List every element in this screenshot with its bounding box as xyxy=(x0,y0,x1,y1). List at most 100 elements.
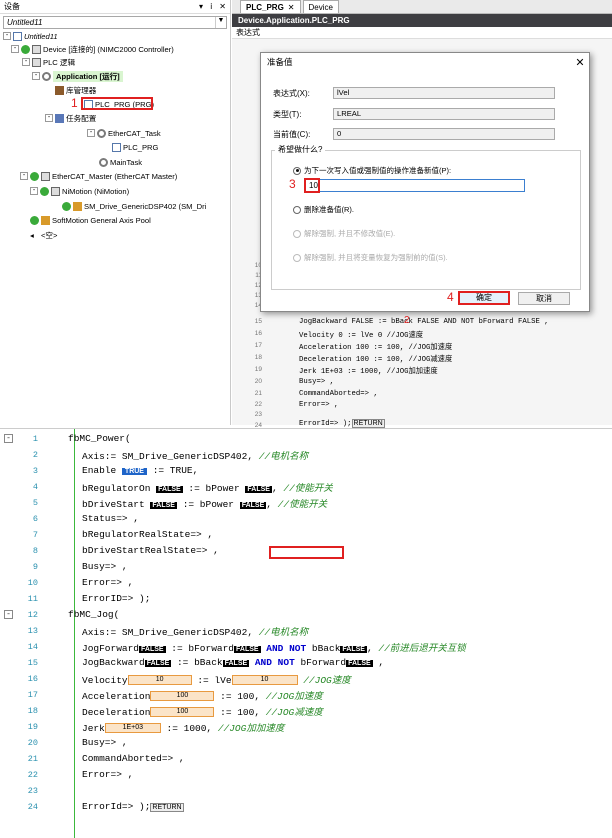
device-status-icon xyxy=(40,186,49,196)
mini-code-line: Busy=> , xyxy=(299,378,335,386)
collapse-icon[interactable]: - xyxy=(32,72,40,80)
code-line-18: 18 Deceleration 100 := 100, //JOG减速度 xyxy=(27,705,323,718)
collapse-icon[interactable]: - xyxy=(11,45,19,53)
tree-item-task-config[interactable]: - 任务配置 xyxy=(45,112,96,124)
monitor-value-box[interactable]: 10 xyxy=(127,674,192,685)
mini-code-line: Error=> , xyxy=(299,401,339,409)
line-number: 21 xyxy=(254,390,262,397)
task-icon xyxy=(99,157,108,167)
library-icon xyxy=(55,85,64,95)
ok-button[interactable]: 确定 xyxy=(458,291,510,305)
tree-item-ethercat-master[interactable]: - EtherCAT_Master (EtherCAT Master) xyxy=(20,170,177,182)
collapse-icon[interactable]: - xyxy=(87,129,95,137)
monitor-value: FALSE xyxy=(239,501,267,509)
dialog-close-icon[interactable]: ✕ xyxy=(571,56,589,69)
monitor-value-box[interactable]: 100 xyxy=(150,690,215,701)
monitor-value-box[interactable]: 100 xyxy=(150,706,215,717)
tree-item-plc-prg-call[interactable]: PLC_PRG xyxy=(112,141,158,153)
mini-code-line: JogBackward FALSE := bBack FALSE AND NOT… xyxy=(299,318,549,326)
monitor-value: FALSE xyxy=(234,645,261,653)
return-marker: RETURN xyxy=(351,419,385,428)
tab-close-icon[interactable]: ✕ xyxy=(288,3,295,12)
tree-item-axis-pool[interactable]: SoftMotion General Axis Pool xyxy=(30,214,151,226)
watch-header: 表达式 xyxy=(232,27,612,39)
code-line-22: 22 Error=> , xyxy=(27,769,134,780)
collapse-icon[interactable]: - xyxy=(4,434,13,443)
code-editor[interactable]: -1 fbMC_Power( 2 Axis:= SM_Drive_GenericDS… xyxy=(0,428,612,838)
tree-item-project[interactable]: - Untitled11 xyxy=(3,30,58,42)
line-number: 20 xyxy=(254,378,262,385)
panel-menu-icon[interactable]: ▾ xyxy=(199,2,203,11)
collapse-icon[interactable]: - xyxy=(20,172,28,180)
monitor-value: FALSE xyxy=(245,485,272,493)
device-icon xyxy=(32,44,41,54)
tree-item-empty[interactable]: ◂ <空> xyxy=(30,229,57,241)
code-line-3: 3 Enable TRUE := TRUE, xyxy=(32,465,199,476)
panel-close-icon[interactable]: ✕ xyxy=(219,2,226,11)
tab-plc-prg[interactable]: PLC_PRG ✕ xyxy=(240,0,301,13)
return-marker: RETURN xyxy=(150,803,184,812)
code-line-13: 13 Axis:= SM_Drive_GenericDSP402, //电机名称 xyxy=(27,625,309,638)
project-selector[interactable]: Untitled11 ▼ xyxy=(3,16,227,29)
line-number: 17 xyxy=(254,342,262,349)
collapse-icon[interactable]: - xyxy=(4,610,13,619)
tree-item-maintask[interactable]: MainTask xyxy=(99,156,142,168)
collapse-icon[interactable]: - xyxy=(30,187,38,195)
type-field: LREAL xyxy=(333,108,555,120)
code-line-17: 17 Acceleration 100 := 100, //JOG加速度 xyxy=(27,689,323,702)
tree-item-sm-drive[interactable]: SM_Drive_GenericDSP402 (SM_Dri xyxy=(62,200,206,212)
step-marker-2: 2 xyxy=(404,315,410,326)
code-line-1: -1 fbMC_Power( xyxy=(0,431,612,446)
release-force-restore-radio[interactable]: 解除强制, 并且将变量恢复为强制前的值(S). xyxy=(293,252,448,263)
collapse-icon[interactable]: - xyxy=(45,114,53,122)
collapse-icon[interactable]: - xyxy=(22,58,30,66)
tab-device[interactable]: Device xyxy=(302,0,339,13)
radio-icon xyxy=(293,229,301,238)
tree-item-library-manager[interactable]: 库管理器 xyxy=(55,84,96,96)
code-line-9: 9 Busy=> , xyxy=(32,561,128,572)
prepare-value-dialog: 准备值 ✕ 表达式(X): lVel 类型(T): LREAL 当前值(C): 0 希… xyxy=(260,52,590,326)
monitor-value: FALSE xyxy=(340,645,367,653)
devices-panel-title: 设备 xyxy=(4,2,20,11)
tree-item-application[interactable]: - Application [运行] xyxy=(32,70,123,82)
prepared-value-box[interactable]: 10 xyxy=(231,674,298,685)
type-row: 类型(T): LREAL xyxy=(273,108,555,120)
monitor-value: FALSE xyxy=(144,660,172,667)
tree-item-plc-logic[interactable]: - PLC 逻辑 xyxy=(22,56,75,68)
monitor-value-box[interactable]: 1E+03 xyxy=(104,722,161,733)
line-number: 15 xyxy=(254,318,262,325)
prepare-new-value-radio[interactable]: 为下一次写入值或强制值的操作准备新值(P): xyxy=(293,165,451,176)
tree-item-nimotion[interactable]: - NiMotion (NiMotion) xyxy=(30,185,129,197)
remove-prepared-value-radio[interactable]: 删除准备值(R). xyxy=(293,204,354,215)
chevron-down-icon[interactable]: ▼ xyxy=(215,17,226,28)
cancel-button[interactable]: 取消 xyxy=(518,292,570,305)
devices-panel-titlebar: 设备 ▾ ⅰ ✕ xyxy=(0,0,230,14)
collapse-icon[interactable]: - xyxy=(3,32,11,40)
code-line-7: 7 bRegulatorRealState=> , xyxy=(32,529,214,540)
monitor-value: FALSE xyxy=(222,660,250,667)
tree-item-ethercat-task[interactable]: - EtherCAT_Task xyxy=(87,127,161,139)
line-number: 22 xyxy=(254,401,262,408)
code-line-20: 20 Busy=> , xyxy=(27,737,128,748)
action-group-caption: 希望做什么? xyxy=(275,144,326,155)
code-line-11: 11 ErrorID=> ); xyxy=(27,593,151,604)
mini-code-line: Jerk 1E+03 := 1000, //JOG加加速度 xyxy=(299,368,438,376)
release-force-radio[interactable]: 解除强制, 并且不修改值(E). xyxy=(293,228,395,239)
line-number: 19 xyxy=(254,366,262,373)
highlight-box-plc-prg xyxy=(81,97,153,110)
code-line-24: 24 ErrorId=> ); RETURN xyxy=(27,801,184,812)
code-line-23: 23 xyxy=(27,785,38,796)
dialog-titlebar: 准备值 ✕ xyxy=(261,53,589,71)
mini-code-line: CommandAborted=> , xyxy=(299,390,378,398)
highlight-box-input xyxy=(304,178,320,193)
code-line-5: 5 bDriveStart FALSE := bPower FALSE, //使能… xyxy=(32,497,328,510)
tree-item-device[interactable]: - Device [连接的] (NIMC2000 Controller) xyxy=(11,43,174,55)
editor-path-bar: Device.Application.PLC_PRG xyxy=(232,14,612,27)
device-status-icon xyxy=(30,171,39,181)
new-value-input[interactable]: 10 xyxy=(305,179,525,192)
panel-pin-icon[interactable]: ⅰ xyxy=(210,2,212,11)
ethercat-icon xyxy=(41,171,50,181)
radio-icon xyxy=(293,205,301,214)
mini-code-line: Deceleration 100 := 100, //JOG减速度 xyxy=(299,356,453,364)
axis-pool-icon xyxy=(41,215,50,225)
